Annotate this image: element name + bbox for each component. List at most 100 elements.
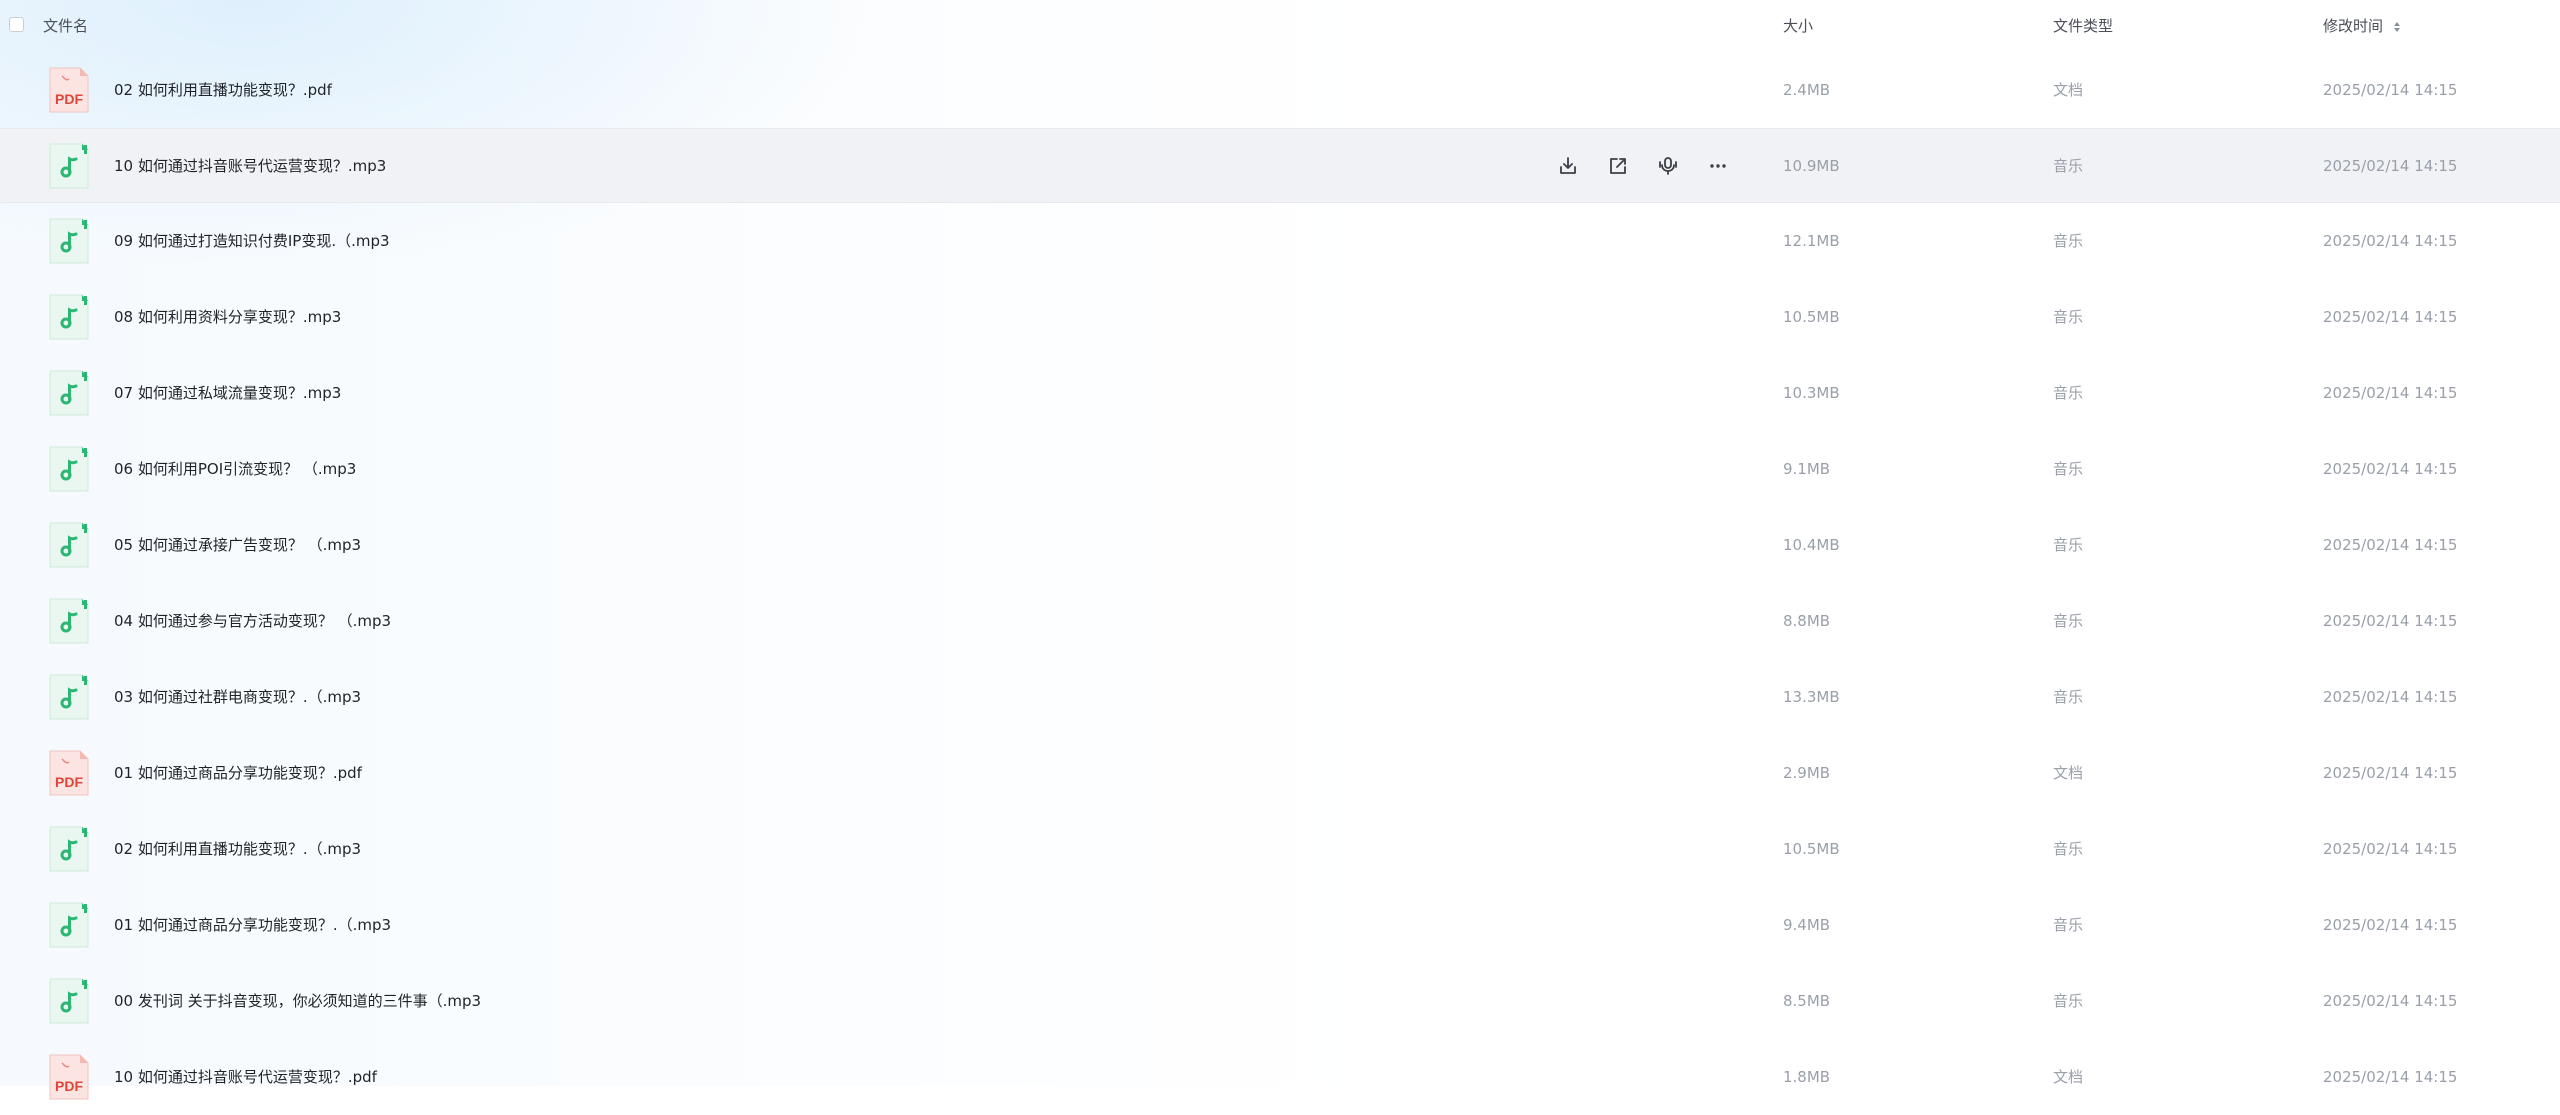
select-all-checkbox[interactable] [9,17,24,32]
table-row[interactable]: 08 如何利用资料分享变现？.mp3 10.5MB 音乐 2025/02/14 14:… [0,279,2560,355]
file-name[interactable]: 02 如何利用直播功能变现？.pdf [114,81,332,99]
file-modified-time: 2025/02/14 14:15 [2323,460,2458,478]
file-name[interactable]: 10 如何通过抖音账号代运营变现？.mp3 [114,157,386,175]
file-type: 文档 [2053,81,2084,99]
file-type: 音乐 [2053,840,2084,858]
table-row[interactable]: 02 如何利用直播功能变现？.（.mp3 10.5MB 音乐 2025/02/14 1… [0,811,2560,887]
file-size: 9.1MB [1783,460,1831,478]
file-name[interactable]: 01 如何通过商品分享功能变现？.（.mp3 [114,916,391,934]
file-name[interactable]: 00 发刊词 关于抖音变现，你必须知道的三件事（.mp3 [114,992,481,1010]
file-type: 音乐 [2053,992,2084,1010]
file-name[interactable]: 07 如何通过私域流量变现？.mp3 [114,384,341,402]
file-modified-time: 2025/02/14 14:15 [2323,916,2458,934]
file-list: 文件名 大小 文件类型 修改时间 PDF 02 如何利用直播功能变现？.pdf 2.… [0,0,2560,1115]
table-header: 文件名 大小 文件类型 修改时间 [0,0,2560,52]
file-type: 音乐 [2053,384,2084,402]
music-file-icon [49,598,89,644]
music-file-icon [49,370,89,416]
file-type: 音乐 [2053,688,2084,706]
table-row[interactable]: PDF 02 如何利用直播功能变现？.pdf 2.4MB 文档 2025/02/14 1… [0,52,2560,128]
table-row[interactable]: 09 如何通过打造知识付费IP变现.（.mp3 12.1MB 音乐 2025/02/1… [0,203,2560,279]
file-type: 音乐 [2053,232,2084,250]
table-row[interactable]: PDF 10 如何通过抖音账号代运营变现？.pdf 1.8MB 文档 2025/02/1… [0,1039,2560,1115]
music-file-icon [49,522,89,568]
file-size: 8.8MB [1783,612,1831,630]
audio-to-text-icon[interactable] [1653,151,1683,181]
table-row[interactable]: 01 如何通过商品分享功能变现？.（.mp3 9.4MB 音乐 2025/02/14 … [0,887,2560,963]
file-size: 1.8MB [1783,1068,1831,1086]
music-file-icon [49,446,89,492]
music-file-icon [49,826,89,872]
table-row[interactable]: 07 如何通过私域流量变现？.mp3 10.3MB 音乐 2025/02/14 14:… [0,355,2560,431]
file-name[interactable]: 02 如何利用直播功能变现？.（.mp3 [114,840,361,858]
music-file-icon [49,218,89,264]
file-modified-time: 2025/02/14 14:15 [2323,232,2458,250]
file-size: 10.9MB [1783,157,1840,175]
table-row[interactable]: 06 如何利用POI引流变现？ （.mp3 9.1MB 音乐 2025/02/14 1… [0,431,2560,507]
file-modified-time: 2025/02/14 14:15 [2323,612,2458,630]
file-modified-time: 2025/02/14 14:15 [2323,81,2458,99]
file-name[interactable]: 09 如何通过打造知识付费IP变现.（.mp3 [114,232,390,250]
music-file-icon [49,978,89,1024]
pdf-file-icon: PDF [49,1054,89,1100]
pdf-file-icon: PDF [49,67,89,113]
file-rows: PDF 02 如何利用直播功能变现？.pdf 2.4MB 文档 2025/02/14 1… [0,52,2560,1115]
file-name[interactable]: 03 如何通过社群电商变现？.（.mp3 [114,688,361,706]
pdf-badge-text: PDF [55,774,83,790]
column-header-type[interactable]: 文件类型 [2053,17,2113,35]
table-row[interactable]: 05 如何通过承接广告变现？ （.mp3 10.4MB 音乐 2025/02/14 1… [0,507,2560,583]
file-modified-time: 2025/02/14 14:15 [2323,764,2458,782]
file-size: 13.3MB [1783,688,1840,706]
column-header-size[interactable]: 大小 [1783,17,1813,35]
file-type: 音乐 [2053,157,2084,175]
file-size: 8.5MB [1783,992,1831,1010]
file-modified-time: 2025/02/14 14:15 [2323,157,2458,175]
file-type: 音乐 [2053,612,2084,630]
more-icon[interactable] [1703,151,1733,181]
pdf-file-icon: PDF [49,750,89,796]
file-type: 音乐 [2053,916,2084,934]
table-row[interactable]: 04 如何通过参与官方活动变现？ （.mp3 8.8MB 音乐 2025/02/14 … [0,583,2560,659]
file-size: 10.3MB [1783,384,1840,402]
table-row[interactable]: 00 发刊词 关于抖音变现，你必须知道的三件事（.mp3 8.5MB 音乐 2025/… [0,963,2560,1039]
file-name[interactable]: 10 如何通过抖音账号代运营变现？.pdf [114,1068,377,1086]
pdf-badge-text: PDF [55,1078,83,1094]
share-icon[interactable] [1603,151,1633,181]
table-row[interactable]: 03 如何通过社群电商变现？.（.mp3 13.3MB 音乐 2025/02/14 1… [0,659,2560,735]
file-name[interactable]: 01 如何通过商品分享功能变现？.pdf [114,764,362,782]
file-size: 12.1MB [1783,232,1840,250]
download-icon[interactable] [1553,151,1583,181]
file-size: 10.4MB [1783,536,1840,554]
file-modified-time: 2025/02/14 14:15 [2323,992,2458,1010]
music-file-icon [49,294,89,340]
column-header-name[interactable]: 文件名 [43,17,88,35]
file-type: 音乐 [2053,308,2084,326]
file-name[interactable]: 05 如何通过承接广告变现？ （.mp3 [114,536,361,554]
file-modified-time: 2025/02/14 14:15 [2323,1068,2458,1086]
music-file-icon [49,674,89,720]
column-header-modified[interactable]: 修改时间 [2323,17,2401,35]
music-file-icon [49,902,89,948]
file-name[interactable]: 04 如何通过参与官方活动变现？ （.mp3 [114,612,391,630]
file-size: 2.4MB [1783,81,1831,99]
file-name[interactable]: 08 如何利用资料分享变现？.mp3 [114,308,341,326]
file-type: 音乐 [2053,536,2084,554]
file-modified-time: 2025/02/14 14:15 [2323,536,2458,554]
file-modified-time: 2025/02/14 14:15 [2323,384,2458,402]
column-header-modified-label: 修改时间 [2323,17,2384,35]
file-type: 文档 [2053,764,2084,782]
table-row[interactable]: 10 如何通过抖音账号代运营变现？.mp3 10.9MB 音乐 2025/02/14 … [0,128,2560,203]
file-type: 音乐 [2053,460,2084,478]
file-modified-time: 2025/02/14 14:15 [2323,840,2458,858]
file-size: 10.5MB [1783,840,1840,858]
sort-icon[interactable] [2393,21,2401,33]
file-size: 9.4MB [1783,916,1831,934]
table-row[interactable]: PDF 01 如何通过商品分享功能变现？.pdf 2.9MB 文档 2025/02/14… [0,735,2560,811]
music-file-icon [49,143,89,189]
file-modified-time: 2025/02/14 14:15 [2323,688,2458,706]
file-modified-time: 2025/02/14 14:15 [2323,308,2458,326]
file-size: 10.5MB [1783,308,1840,326]
file-name[interactable]: 06 如何利用POI引流变现？ （.mp3 [114,460,356,478]
file-size: 2.9MB [1783,764,1831,782]
file-type: 文档 [2053,1068,2084,1086]
